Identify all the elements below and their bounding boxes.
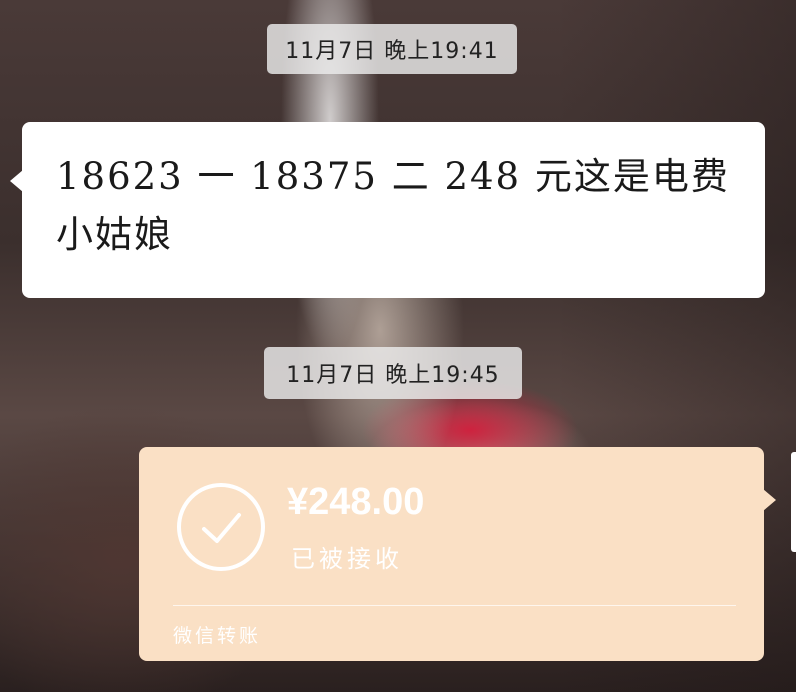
transfer-footer: 微信转账 bbox=[173, 625, 262, 647]
transfer-divider bbox=[173, 605, 736, 606]
timestamp-1945: 11月7日 晚上19:45 bbox=[264, 347, 522, 399]
avatar-edge bbox=[791, 452, 796, 552]
timestamp-1941: 11月7日 晚上19:41 bbox=[267, 24, 517, 74]
timestamp-text: 11月7日 晚上19:41 bbox=[285, 39, 499, 64]
transfer-amount: ¥248.00 bbox=[287, 481, 425, 523]
check-circle-icon bbox=[177, 483, 265, 571]
transfer-card[interactable]: ¥248.00 已被接收 微信转账 bbox=[139, 447, 776, 661]
transfer-status: 已被接收 bbox=[291, 545, 403, 573]
timestamp-text: 11月7日 晚上19:45 bbox=[286, 363, 500, 388]
incoming-message-bubble[interactable]: 18623 一 18375 二 248 元这是电费小姑娘 bbox=[10, 122, 765, 298]
message-text: 18623 一 18375 二 248 元这是电费小姑娘 bbox=[56, 155, 730, 256]
